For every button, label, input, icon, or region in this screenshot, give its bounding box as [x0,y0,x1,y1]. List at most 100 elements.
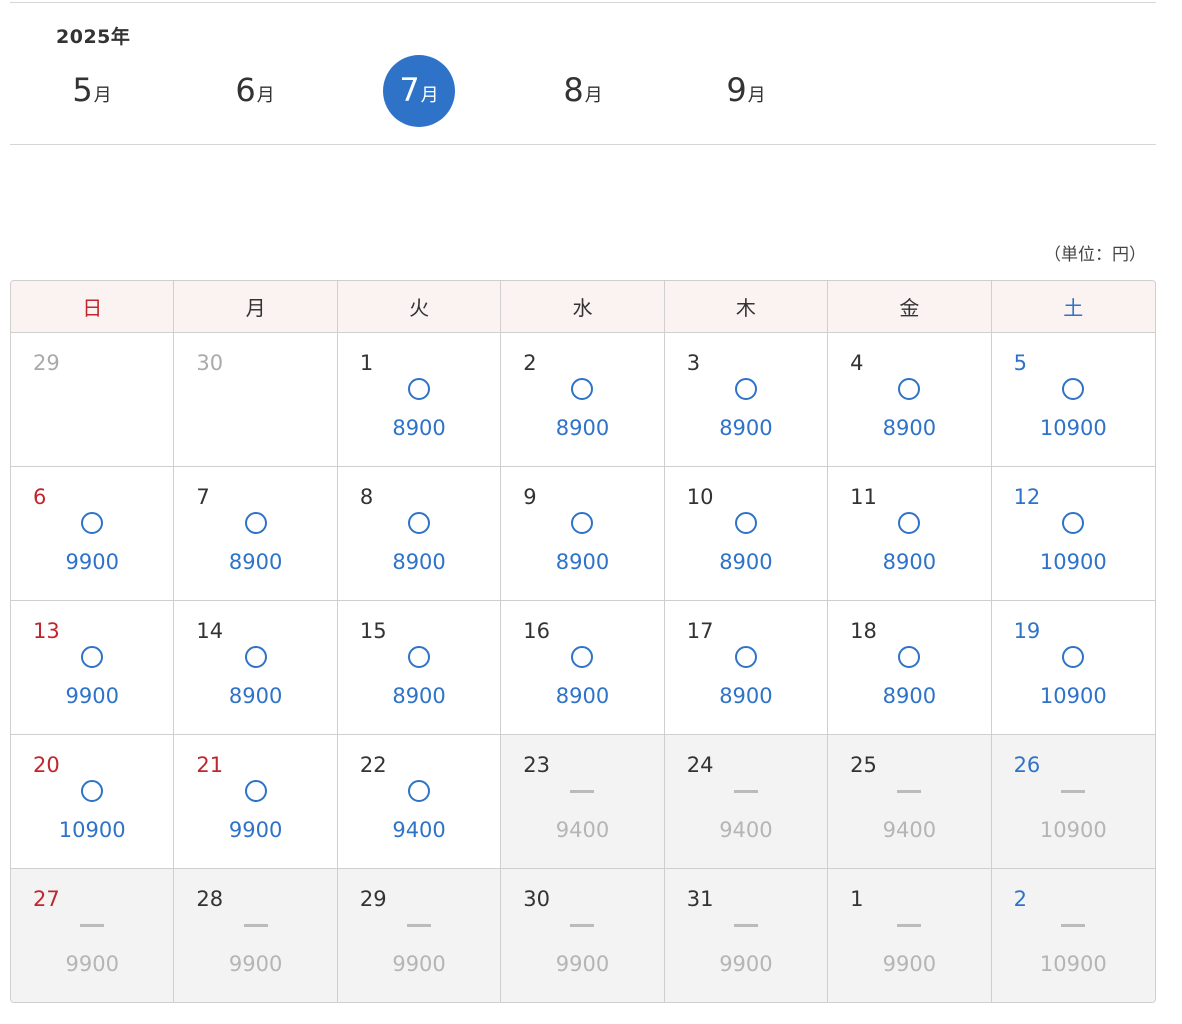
calendar-day-cell[interactable]: 10 8900 [664,467,829,600]
calendar-day-cell: 1 9900 [828,869,992,1002]
calendar-day-cell[interactable]: 21 9900 [174,735,338,868]
month-tab-5[interactable]: 5月 [56,55,128,127]
month-tab-8[interactable]: 8月 [547,55,619,127]
calendar-day-cell[interactable]: 18 8900 [828,601,992,734]
calendar-day-cell[interactable]: 17 8900 [664,601,829,734]
calendar-day-cell[interactable]: 8 8900 [337,467,502,600]
calendar-day-cell[interactable]: 7 8900 [174,467,338,600]
day-price: 9900 [719,952,773,976]
day-number: 16 [523,619,551,643]
circle-icon [408,646,431,668]
availability-mark [828,377,990,401]
weekday-wednesday: 水 [501,281,665,332]
circle-icon [734,646,757,668]
day-price: 9400 [882,818,937,842]
calendar-day-cell[interactable]: 3 8900 [664,333,829,466]
day-number: 17 [686,619,714,643]
day-number: 20 [33,753,60,777]
month-tab-9[interactable]: 9月 [710,55,782,127]
unavailable-mark [11,913,173,937]
day-number: 1 [850,887,864,911]
day-number: 26 [1013,753,1041,777]
day-number: 29 [33,351,60,375]
day-price: 9400 [555,818,610,842]
circle-icon [571,378,594,400]
day-price: 9400 [719,818,773,842]
day-price: 8900 [392,684,446,708]
day-number: 25 [850,753,877,777]
circle-icon [244,512,267,534]
unavailable-mark [828,779,990,803]
calendar-day-cell: 27 9900 [11,869,175,1002]
month-tab-number: 8 [563,71,584,109]
availability-mark [11,511,173,535]
day-number: 6 [33,485,47,509]
calendar-day-cell[interactable]: 1 8900 [337,333,502,466]
day-price: 8900 [882,684,937,708]
calendar-body: 29 30 1 8900 2 8900 3 8900 4 8900 5 10900 6 9900 7 8900… [11,333,1155,1002]
day-price: 8900 [555,550,610,574]
calendar-day-cell[interactable]: 16 8900 [501,601,665,734]
day-number: 1 [359,351,374,375]
availability-mark [501,511,663,535]
weekday-header-row: 日 月 火 水 木 金 土 [11,281,1155,333]
calendar-day-cell: 28 9900 [174,869,338,1002]
day-number: 4 [850,351,864,375]
calendar-day-cell[interactable]: 4 8900 [828,333,992,466]
calendar-week-row: 13 9900 14 8900 15 8900 16 8900 17 8900 18 8900 19 10… [11,601,1155,735]
weekday-thursday: 木 [665,281,829,332]
dash-icon [243,923,268,927]
day-price: 10900 [1039,818,1107,842]
availability-mark [992,645,1155,669]
availability-mark [338,511,500,535]
calendar-day-cell[interactable]: 9 8900 [501,467,665,600]
calendar-day-cell[interactable]: 20 10900 [11,735,175,868]
circle-icon [734,378,757,400]
calendar-day-cell[interactable]: 22 9400 [337,735,502,868]
month-tab-number: 7 [399,71,420,109]
month-tab-7[interactable]: 7月 [383,55,455,127]
dash-icon [733,789,758,793]
calendar-day-cell[interactable]: 12 10900 [991,467,1155,600]
availability-mark [828,511,990,535]
calendar-day-cell[interactable]: 13 9900 [11,601,175,734]
calendar-day-cell[interactable]: 6 9900 [11,467,175,600]
month-tab-6[interactable]: 6月 [219,55,291,127]
unit-note: （単位：円） [1044,245,1146,265]
calendar-day-cell[interactable]: 11 8900 [828,467,992,600]
day-number: 31 [686,887,714,911]
calendar-day-cell[interactable]: 15 8900 [337,601,502,734]
unavailable-mark [665,913,827,937]
dash-icon [733,923,758,927]
unavailable-mark [501,779,663,803]
month-tab-unit: 月 [747,85,766,106]
dash-icon [570,789,595,793]
month-tabs-divider [10,144,1156,145]
day-price: 8900 [228,550,283,574]
day-number: 14 [196,619,224,643]
day-number: 24 [686,753,714,777]
day-number: 11 [850,485,877,509]
month-tab-number: 6 [235,71,256,109]
day-number: 3 [686,351,701,375]
calendar-day-cell[interactable]: 14 8900 [174,601,338,734]
circle-icon [734,512,757,534]
circle-icon [898,646,921,668]
day-price: 9900 [65,550,119,574]
day-price: 8900 [719,550,773,574]
day-number: 19 [1013,619,1041,643]
unavailable-mark [828,913,990,937]
calendar-day-cell[interactable]: 19 10900 [991,601,1155,734]
day-number: 27 [33,887,60,911]
month-tabs: 5月 6月 7月 8月 9月 [10,55,910,127]
circle-icon [898,378,921,400]
availability-mark [174,645,336,669]
weekday-friday: 金 [828,281,992,332]
calendar-day-cell[interactable]: 5 10900 [991,333,1155,466]
day-number: 9 [523,485,537,509]
calendar-day-cell[interactable]: 2 8900 [501,333,665,466]
day-number: 15 [359,619,387,643]
calendar-day-cell: 30 9900 [501,869,665,1002]
availability-mark [501,645,663,669]
day-number: 10 [686,485,714,509]
